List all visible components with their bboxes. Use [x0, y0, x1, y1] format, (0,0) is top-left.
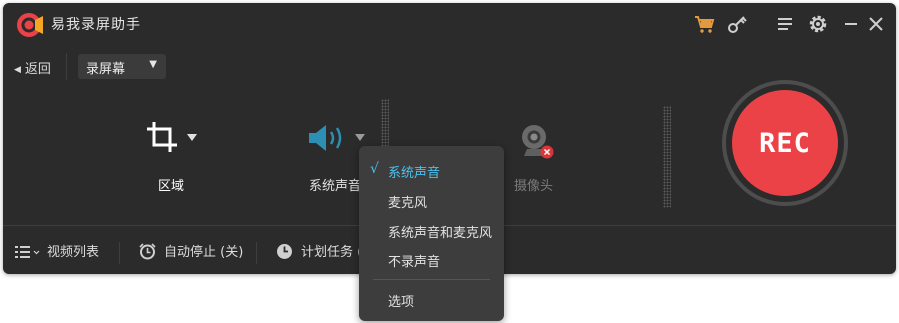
- key-icon[interactable]: [726, 13, 748, 35]
- camera-label: 摄像头: [514, 179, 554, 194]
- camera-source[interactable]: 摄像头: [503, 116, 573, 196]
- mode-select-value: 录屏幕: [86, 62, 126, 77]
- rec-button-label: REC: [759, 128, 811, 159]
- mode-select[interactable]: 录屏幕 ▼: [78, 54, 166, 79]
- crop-icon: [147, 122, 177, 152]
- toolbar: ◀ 返回 录屏幕 ▼: [3, 51, 896, 81]
- menu-divider: [373, 279, 490, 280]
- menu-item-system-audio[interactable]: √ 系统声音: [359, 156, 504, 184]
- menu-item-label: 不录声音: [388, 255, 441, 270]
- cart-icon[interactable]: [693, 13, 715, 35]
- audio-source-menu: √ 系统声音 麦克风 系统声音和麦克风 不录声音 选项: [359, 146, 504, 321]
- region-label: 区域: [158, 179, 185, 194]
- menu-item-no-audio[interactable]: 不录声音: [359, 245, 504, 273]
- region-chevron-down-icon[interactable]: [187, 134, 197, 142]
- clock-icon: [277, 244, 292, 259]
- chevron-down-icon: ▼: [149, 59, 157, 70]
- menu-item-label: 系统声音和麦克风: [388, 226, 493, 241]
- alarm-clock-icon: [139, 243, 156, 260]
- minimize-icon[interactable]: [840, 13, 862, 35]
- menu-item-system-and-mic[interactable]: 系统声音和麦克风: [359, 216, 504, 244]
- menu-item-options[interactable]: 选项: [359, 285, 504, 313]
- list-icon: [15, 246, 40, 258]
- title-bar: 易我录屏助手: [3, 3, 896, 44]
- video-list-button[interactable]: 视频列表: [15, 241, 99, 260]
- menu-item-microphone[interactable]: 麦克风: [359, 186, 504, 214]
- speaker-icon: [309, 125, 342, 151]
- region-source[interactable]: 区域: [133, 116, 213, 196]
- menu-item-label: 选项: [388, 295, 415, 310]
- audio-label: 系统声音: [309, 179, 362, 194]
- auto-stop-label: 自动停止 (关): [164, 245, 244, 260]
- settings-icon[interactable]: [807, 13, 829, 35]
- rec-divider-dots: [663, 106, 671, 208]
- rec-button[interactable]: REC: [732, 90, 838, 196]
- audio-chevron-down-icon[interactable]: [355, 134, 365, 142]
- schedule-label: 计划任务 (: [301, 245, 363, 260]
- checkmark-icon: √: [370, 161, 379, 177]
- video-list-label: 视频列表: [47, 245, 100, 260]
- bottom-divider-1: [119, 242, 120, 264]
- app-logo-icon: [17, 13, 43, 37]
- webcam-icon: [522, 125, 554, 159]
- menu-icon[interactable]: [774, 13, 796, 35]
- app-title: 易我录屏助手: [51, 17, 141, 33]
- auto-stop-button[interactable]: 自动停止 (关): [139, 241, 243, 260]
- menu-item-label: 麦克风: [388, 196, 428, 211]
- back-label: 返回: [24, 62, 51, 77]
- close-icon[interactable]: [865, 13, 887, 35]
- back-button[interactable]: ◀ 返回: [14, 58, 51, 77]
- schedule-button[interactable]: 计划任务 (: [276, 241, 362, 260]
- bottom-divider-2: [256, 242, 257, 264]
- toolbar-divider: [66, 53, 67, 80]
- menu-item-label: 系统声音: [388, 166, 441, 181]
- back-arrow-icon: ◀: [14, 65, 21, 75]
